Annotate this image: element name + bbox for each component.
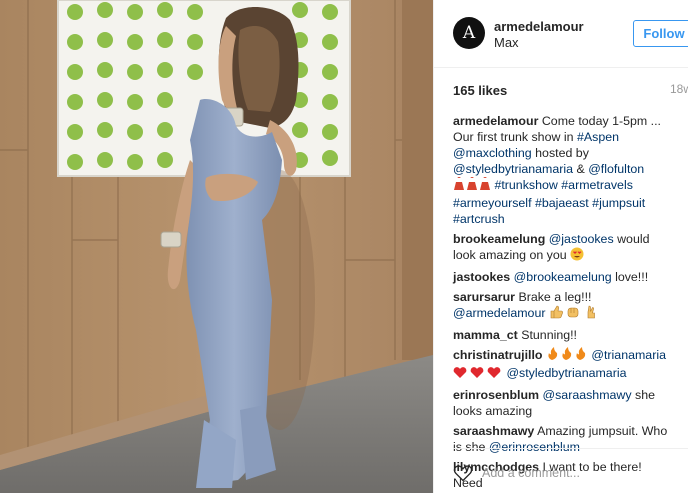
post-stats: 165 likes 18w (453, 82, 688, 100)
thumbs-up-emoji-icon (549, 305, 563, 323)
crossed-fingers-emoji-icon (584, 305, 598, 323)
comment-item: christinatrujillo @trianamaria @styledby… (453, 347, 673, 383)
comment-item: mamma_ct Stunning!! (453, 327, 673, 343)
mention[interactable]: @armedelamour (453, 306, 545, 320)
heart-eyes-emoji-icon (570, 247, 584, 265)
hashtag[interactable]: #bajaeast (535, 196, 589, 210)
mention[interactable]: @styledbytrianamaria (453, 162, 573, 176)
mention[interactable]: @flofulton (588, 162, 644, 176)
comment-username[interactable]: saraashmawy (453, 424, 534, 438)
divider (453, 448, 688, 449)
heart-icon[interactable] (453, 463, 473, 483)
comment-username[interactable]: brookeamelung (453, 232, 545, 246)
comment-username[interactable]: erinrosenblum (453, 388, 539, 402)
mention[interactable]: @trianamaria (591, 348, 666, 362)
avatar-letter: A (462, 23, 476, 43)
mention[interactable]: @brookeamelung (514, 270, 612, 284)
add-comment-row (453, 460, 688, 486)
comment-item: sarursarur Brake a leg!!! @armedelamour (453, 289, 673, 323)
hashtag[interactable]: #armetravels (561, 178, 633, 192)
comment-username[interactable]: sarursarur (453, 290, 515, 304)
post-sidebar: A armedelamour Max Follow 165 likes 18w … (433, 0, 688, 493)
fist-emoji-icon (566, 305, 580, 323)
comment-text: Stunning!! (521, 328, 578, 342)
mention[interactable]: @maxclothing (453, 146, 532, 160)
likes-count[interactable]: 165 likes (453, 83, 507, 98)
comments-list: armedelamour Come today 1-5pm ... Our fi… (453, 113, 673, 493)
comment-item: erinrosenblum @saraashmawy she looks ama… (453, 387, 673, 419)
hashtag[interactable]: #jumpsuit (592, 196, 645, 210)
post-photo[interactable] (0, 0, 433, 493)
caption-text: hosted by (535, 146, 589, 160)
comment-text: love!!! (615, 270, 649, 284)
post-timestamp[interactable]: 18w (670, 82, 688, 96)
comment-item: saraashmawy Amazing jumpsuit. Who is she… (453, 423, 673, 455)
follow-button[interactable]: Follow (633, 20, 688, 47)
mention[interactable]: @erinrosenblum (489, 440, 580, 454)
photo-image (0, 0, 433, 493)
comment-username[interactable]: christinatrujillo (453, 348, 543, 362)
add-comment-input[interactable] (482, 464, 682, 482)
comment-username[interactable]: jastookes (453, 270, 510, 284)
hashtag[interactable]: #artcrush (453, 212, 505, 226)
comment-text: Brake a leg!!! (518, 290, 592, 304)
mention[interactable]: @saraashmawy (543, 388, 632, 402)
mention[interactable]: @jastookes (549, 232, 614, 246)
post-header: A armedelamour Max Follow (434, 0, 688, 68)
post-location[interactable]: Max (494, 35, 519, 50)
dancer-emoji-icon (453, 174, 491, 195)
caption-text: & (576, 162, 585, 176)
hashtag[interactable]: #trunkshow (494, 178, 557, 192)
comment-item: brookeamelung @jastookes would look amaz… (453, 231, 673, 265)
comment-username[interactable]: armedelamour (453, 114, 538, 128)
hashtag[interactable]: #armeyourself (453, 196, 532, 210)
post-username[interactable]: armedelamour (494, 19, 584, 34)
caption: armedelamour Come today 1-5pm ... Our fi… (453, 113, 673, 227)
avatar[interactable]: A (453, 17, 485, 49)
comment-username[interactable]: mamma_ct (453, 328, 518, 342)
red-heart-emoji-icon (453, 365, 503, 383)
comment-item: jastookes @brookeamelung love!!! (453, 269, 673, 285)
hashtag[interactable]: #Aspen (577, 130, 619, 144)
mention[interactable]: @styledbytrianamaria (506, 366, 626, 380)
fire-emoji-icon (546, 347, 588, 365)
